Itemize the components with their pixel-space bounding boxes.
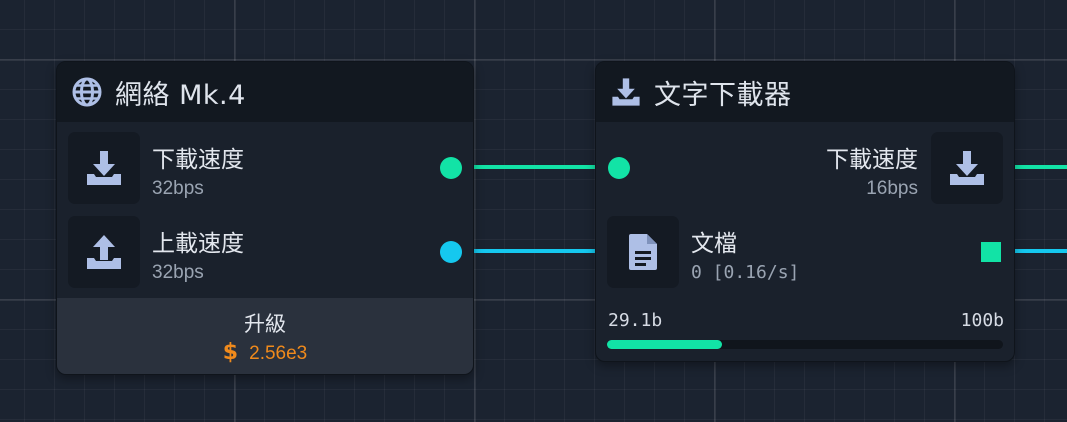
downloader-input-label: 下載速度 [826,147,918,173]
network-download-row: 下載速度 32bps [57,132,473,206]
progress-fill [607,340,723,349]
downloader-output-row: 文檔 0 [0.16/s] [596,216,1014,290]
downloader-output-value: 0 [0.16/s] [691,262,800,283]
download-icon [931,132,1003,204]
globe-icon [71,76,103,108]
network-node-header[interactable]: 網絡 Mk.4 [57,62,473,122]
dollar-icon: $ [222,340,239,365]
network-node[interactable]: 網絡 Mk.4 下載速度 32bps 上載速度 32bps 升級 $ 2.56e… [56,61,474,375]
downloader-input-value: 16bps [866,178,918,199]
download-icon [610,76,642,108]
upgrade-label: 升級 [244,312,286,336]
download-wire [470,165,600,169]
upgrade-cost-value: 2.56e3 [249,343,308,364]
text-downloader-title: 文字下載器 [654,79,792,111]
network-upload-value: 32bps [152,262,204,283]
upload-output-port[interactable] [440,241,462,263]
network-download-value: 32bps [152,178,204,199]
network-upload-row: 上載速度 32bps [57,216,473,290]
text-downloader-node[interactable]: 文字下載器 下載速度 16bps 文檔 0 [0.16/s] 29.1b 100… [595,61,1015,362]
download-input-port[interactable] [608,157,630,179]
text-downloader-header[interactable]: 文字下載器 [596,62,1014,122]
network-download-label: 下載速度 [152,147,244,173]
downloader-output-label: 文檔 [691,231,737,257]
document-output-wire [1012,249,1067,253]
progress-max: 100b [960,310,1004,331]
upload-icon [68,216,140,288]
progress-track [607,340,1003,349]
download-output-wire [1012,165,1067,169]
network-node-title: 網絡 Mk.4 [115,79,246,111]
network-upload-label: 上載速度 [152,231,244,257]
document-output-port[interactable] [981,242,1001,262]
upload-wire [470,249,598,253]
upgrade-button[interactable]: 升級 $ 2.56e3 [57,298,473,374]
upgrade-cost: $ 2.56e3 [57,340,473,365]
download-icon [68,132,140,204]
document-icon [607,216,679,288]
progress-current: 29.1b [608,310,663,331]
downloader-input-row: 下載速度 16bps [596,132,1014,206]
download-output-port[interactable] [440,157,462,179]
